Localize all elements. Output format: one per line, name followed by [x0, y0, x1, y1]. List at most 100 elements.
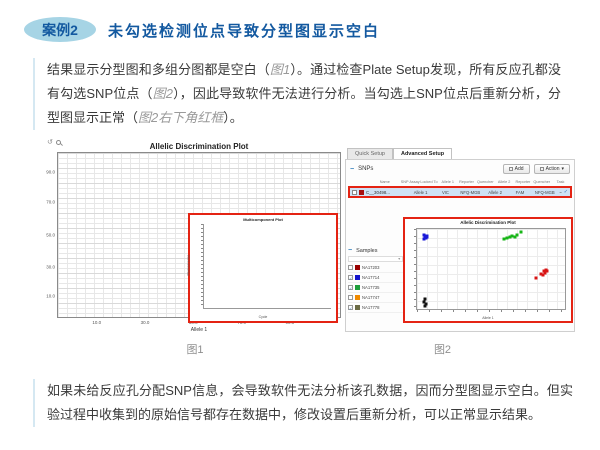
- add-button[interactable]: Add: [503, 164, 530, 174]
- samples-filter-bar[interactable]: ▼: [348, 256, 403, 262]
- column-header: Allele 1: [438, 180, 457, 184]
- sample-color-swatch: [355, 305, 360, 310]
- sample-name: NA17735: [362, 285, 379, 290]
- samples-section-header: − Samples: [348, 246, 403, 255]
- inset-x-axis-label: Cycle: [259, 315, 268, 319]
- samples-list: NA17203 ✓ NA17714 ✓ NA17735 NA17747 ✓ NA17778: [348, 263, 403, 313]
- figure-ref-2: 图2: [153, 86, 173, 101]
- row-checkbox[interactable]: [352, 190, 357, 195]
- fig1-y-ticks: 90.0 70.0 50.0 30.0 10.0: [45, 152, 56, 318]
- intro-text-1: 结果显示分型图和多组分图都是空白（: [47, 62, 270, 77]
- sample-checkbox[interactable]: [348, 265, 353, 270]
- snps-actions: Add Action▾: [503, 164, 570, 174]
- sample-name: NA17778: [362, 305, 379, 310]
- y-tick-label: 70.0: [46, 199, 55, 204]
- figure-1: ↺ Allelic Discrimination Plot 90.0 70.0 50…: [45, 138, 345, 338]
- snp-row-cell: VIC: [433, 190, 458, 195]
- setup-panel: − SNPs Add Action▾ NameSNP AssayLocked T…: [345, 159, 575, 332]
- sample-row[interactable]: NA17203: [348, 263, 403, 273]
- fig2-result-redbox: Allelic Discrimination Plot Allele 1: [403, 217, 573, 323]
- inset-plot-title: Multicomponent Plot: [190, 217, 336, 222]
- sample-color-swatch: [355, 285, 360, 290]
- x-tick-label: 30.0: [141, 320, 150, 325]
- snp-row-cell: NFQ-MGB: [532, 190, 557, 195]
- row-check-icon: ✓: [564, 189, 568, 195]
- y-tick-label: 50.0: [46, 233, 55, 238]
- fig2-x-axis-label: Allele 1: [405, 316, 571, 320]
- sample-row[interactable]: ✓ NA17714: [348, 273, 403, 283]
- fig1-plot-title: Allelic Discrimination Plot: [57, 142, 341, 151]
- sample-name: NA17203: [362, 265, 379, 270]
- filter-icon: ▼: [398, 257, 401, 261]
- scatter-point: [535, 276, 538, 279]
- column-header: SNP Assay: [401, 180, 420, 184]
- sample-row[interactable]: ✓ NA17778: [348, 303, 403, 313]
- add-icon: [509, 167, 513, 171]
- sample-row[interactable]: ✓ NA17735: [348, 283, 403, 293]
- figure-2: Quick Setup Advanced Setup − SNPs Add Ac…: [345, 148, 575, 338]
- sample-color-swatch: [355, 275, 360, 280]
- header-spacer: [350, 180, 369, 184]
- snp-row-task: ~: [559, 190, 562, 195]
- undo-icon[interactable]: ↺: [47, 138, 53, 146]
- column-header: Locked To: [420, 180, 439, 184]
- fig1-inset-redbox: Multicomponent Plot Fluorescence Cycle: [188, 213, 338, 323]
- snp-table-header-row: NameSNP AssayLocked ToAllele 1ReporterQu…: [350, 180, 570, 184]
- sample-checkbox[interactable]: ✓: [348, 285, 353, 290]
- snp-table-row[interactable]: C__30498... Allele 1VICNFQ-MGBAllele 2FA…: [348, 186, 572, 198]
- figure-caption: 图2: [345, 341, 540, 357]
- column-header: Name: [369, 180, 401, 184]
- fig1-x-axis-label: Allele 1: [57, 327, 341, 333]
- samples-panel: − Samples ▼ NA17203 ✓ NA17714 ✓ NA17735 NA177…: [348, 246, 403, 328]
- y-tick-label: 10.0: [46, 294, 55, 299]
- figure-ref-1: 图1: [270, 62, 290, 77]
- snp-color-swatch: [359, 190, 364, 195]
- fig2-scatter-points: [416, 228, 566, 310]
- action-icon: [540, 167, 544, 171]
- y-tick-label: 90.0: [46, 169, 55, 174]
- collapse-icon[interactable]: −: [348, 247, 352, 254]
- figure-caption: 图1: [45, 341, 345, 357]
- y-tick-label: 30.0: [46, 264, 55, 269]
- case-badge: 案例2: [24, 17, 96, 42]
- column-header: Allele 2: [495, 180, 514, 184]
- sample-name: NA17747: [362, 295, 379, 300]
- intro-paragraph: 结果显示分型图和多组分图都是空白（图1）。通过检查Plate Setup发现，所…: [33, 58, 561, 130]
- column-header: Reporter: [514, 180, 533, 184]
- snps-label: SNPs: [358, 166, 373, 172]
- sample-color-swatch: [355, 295, 360, 300]
- sample-name: NA17714: [362, 275, 379, 280]
- action-button[interactable]: Action▾: [534, 164, 570, 174]
- column-header: Quencher: [476, 180, 495, 184]
- snp-name: C__30498...: [366, 190, 408, 195]
- scatter-point: [541, 273, 544, 276]
- column-header: Task: [551, 180, 570, 184]
- chevron-down-icon: ▾: [561, 166, 564, 172]
- x-tick-label: 10.0: [92, 320, 101, 325]
- scatter-point: [515, 233, 518, 236]
- action-button-label: Action: [546, 166, 560, 172]
- inset-plot-area: [203, 224, 331, 309]
- collapse-icon[interactable]: −: [350, 166, 354, 173]
- sample-checkbox[interactable]: ✓: [348, 275, 353, 280]
- sample-checkbox[interactable]: [348, 295, 353, 300]
- fig2-plot-title: Allelic Discrimination Plot: [405, 220, 571, 225]
- page-title: 未勾选检测位点导致分型图显示空白: [108, 20, 380, 41]
- conclusion-paragraph: 如果未给反应孔分配SNP信息，会导致软件无法分析该孔数据，因而分型图显示空白。但…: [33, 379, 573, 427]
- snp-row-cell: NFQ-MGB: [458, 190, 483, 195]
- snps-section-header: − SNPs Add Action▾: [350, 163, 570, 175]
- sample-color-swatch: [355, 265, 360, 270]
- figure-ref-3: 图2右下角红框: [138, 110, 223, 125]
- sample-checkbox[interactable]: ✓: [348, 305, 353, 310]
- snp-row-cell: Allele 2: [483, 190, 508, 195]
- scatter-point: [424, 304, 427, 307]
- intro-text-4: ）。: [223, 110, 243, 125]
- column-header: Quencher: [532, 180, 551, 184]
- snp-row-cells: Allele 1VICNFQ-MGBAllele 2FAMNFQ-MGB: [408, 190, 557, 195]
- samples-label: Samples: [356, 248, 377, 254]
- snp-row-cell: FAM: [508, 190, 533, 195]
- article-page: 案例2 未勾选检测位点导致分型图显示空白 结果显示分型图和多组分图都是空白（图1…: [0, 0, 600, 450]
- inset-y-axis-label: Fluorescence: [187, 254, 191, 275]
- sample-row[interactable]: NA17747: [348, 293, 403, 303]
- scatter-point: [423, 237, 426, 240]
